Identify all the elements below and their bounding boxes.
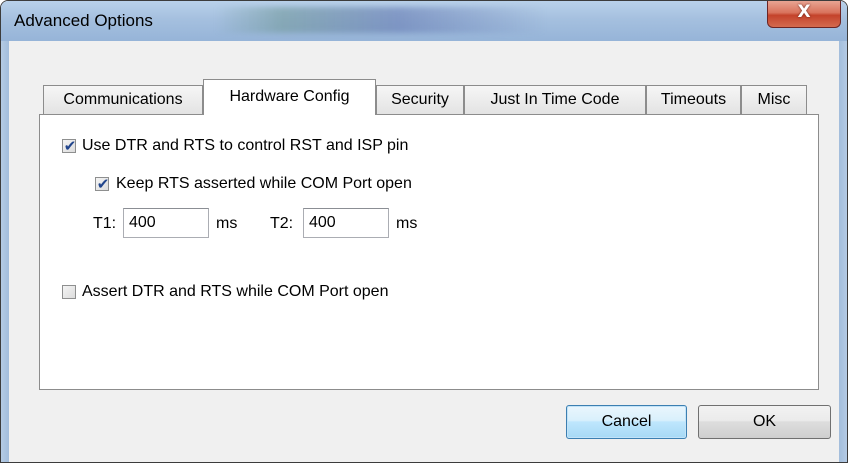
checkmark-icon: ✔ [96, 175, 110, 193]
use-dtr-rts-checkbox[interactable]: ✔ [62, 137, 77, 155]
use-dtr-rts-label[interactable]: Use DTR and RTS to control RST and ISP p… [82, 136, 408, 156]
tab-timeouts[interactable]: Timeouts [646, 85, 741, 114]
cancel-button[interactable]: Cancel [566, 405, 687, 439]
tab-hardware-config[interactable]: Hardware Config [203, 79, 376, 115]
tab-security[interactable]: Security [376, 85, 464, 114]
ok-button[interactable]: OK [698, 405, 831, 439]
advanced-options-window: Advanced Options X Communications Hardwa… [0, 0, 848, 463]
window-title: Advanced Options [14, 11, 153, 30]
close-button[interactable]: X [767, 1, 841, 28]
t2-label: T2: [270, 215, 294, 232]
t1-label: T1: [93, 215, 117, 232]
keep-rts-label[interactable]: Keep RTS asserted while COM Port open [116, 174, 412, 194]
t1-input[interactable]: 400 [123, 208, 209, 238]
active-tab-joint [204, 112, 375, 116]
title-bar[interactable]: Advanced Options X [1, 1, 847, 41]
tab-misc[interactable]: Misc [741, 85, 807, 114]
window-frame-right [839, 41, 847, 462]
tab-communications[interactable]: Communications [43, 85, 203, 114]
title-bar-glass-reflection [216, 7, 546, 33]
t1-unit: ms [216, 215, 238, 232]
close-icon: X [797, 2, 811, 22]
t2-input[interactable]: 400 [303, 208, 389, 238]
tab-just-in-time-code[interactable]: Just In Time Code [464, 85, 646, 114]
checkmark-icon: ✔ [63, 137, 77, 155]
window-frame-left [1, 41, 9, 462]
assert-dtr-rts-checkbox[interactable] [62, 285, 76, 299]
t2-unit: ms [396, 215, 418, 232]
keep-rts-checkbox[interactable]: ✔ [95, 175, 110, 193]
assert-dtr-rts-label[interactable]: Assert DTR and RTS while COM Port open [82, 282, 388, 302]
